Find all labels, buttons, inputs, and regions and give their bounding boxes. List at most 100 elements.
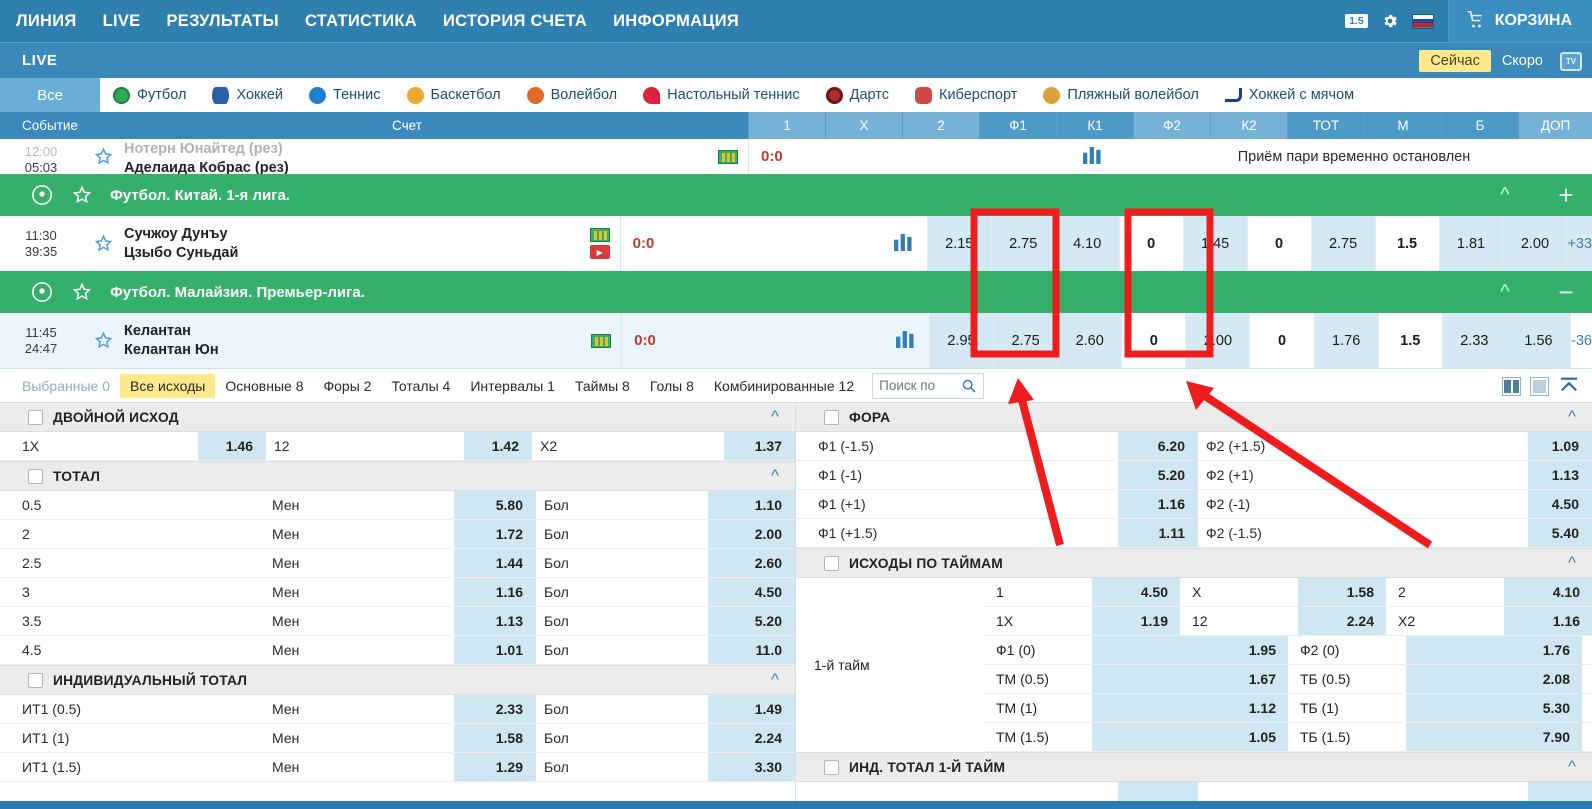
market-checkbox[interactable]	[28, 468, 43, 484]
market-tab-all[interactable]: Все исходы	[119, 373, 216, 398]
outcome-label[interactable]: X2	[1386, 607, 1504, 635]
market-checkbox[interactable]	[824, 759, 839, 775]
odd-cell-1[interactable]: 2.95	[928, 313, 994, 368]
search-input[interactable]	[873, 373, 960, 398]
tv-icon[interactable]: TV	[1560, 51, 1582, 71]
over-label[interactable]: Бол	[536, 724, 708, 752]
outcome-label[interactable]: 1X	[0, 432, 198, 460]
outcome-label[interactable]: ТМ (1)	[984, 694, 1092, 722]
outcome-odd[interactable]: 1.58	[1298, 578, 1386, 606]
under-odd[interactable]: 1.13	[454, 607, 536, 635]
under-odd[interactable]: 1.01	[454, 636, 536, 664]
odds-format-badge[interactable]: 1.5	[1345, 14, 1368, 28]
outcome-odd[interactable]: 4.10	[1504, 578, 1592, 606]
market-section-half-outcomes[interactable]: ИСХОДЫ ПО ТАЙМАМ ^	[796, 548, 1592, 578]
market-search[interactable]	[872, 372, 985, 399]
odd-cell-2[interactable]: 4.10	[1054, 216, 1119, 271]
under-label[interactable]: Мен	[264, 520, 454, 548]
odd-cell-m[interactable]: 1.81	[1438, 216, 1503, 271]
filter-soon-button[interactable]: Скоро	[1491, 50, 1554, 72]
video-play-icon[interactable]: ▶	[589, 245, 610, 259]
handicap-odd[interactable]: 5.20	[1118, 461, 1198, 489]
odd-cell-tot[interactable]: 1.5	[1374, 216, 1439, 271]
league-favorite-star-icon[interactable]	[62, 282, 102, 302]
search-icon[interactable]	[959, 378, 983, 394]
handicap-odd[interactable]: 1.11	[1118, 519, 1198, 547]
outcome-odd[interactable]: 1.05	[1092, 723, 1288, 751]
statistics-icon[interactable]	[893, 233, 913, 254]
under-label[interactable]: Мен	[264, 753, 454, 781]
nav-item-live[interactable]: LIVE	[103, 12, 141, 31]
odd-cell-dop[interactable]: +33	[1566, 216, 1592, 271]
over-odd[interactable]: 5.20	[708, 607, 795, 635]
odd-cell-k1[interactable]: 1.45	[1182, 216, 1247, 271]
outcome-odd[interactable]: 1.19	[1092, 607, 1180, 635]
league-favorite-star-icon[interactable]	[62, 185, 102, 205]
handicap-label[interactable]: Ф2 (-1)	[1198, 490, 1528, 518]
outcome-label[interactable]: ТБ (1)	[1288, 694, 1406, 722]
column-header-tot[interactable]: ТОТ	[1287, 112, 1364, 139]
handicap-label[interactable]: Ф2 (-1.5)	[1198, 519, 1528, 547]
two-column-view-icon[interactable]	[1502, 376, 1521, 396]
cart-button[interactable]: КОРЗИНА	[1447, 0, 1592, 42]
statistics-icon[interactable]	[895, 330, 915, 351]
market-section-total[interactable]: ТОТАЛ ^	[0, 461, 795, 491]
outcome-label[interactable]: Ф2 (0)	[1288, 636, 1406, 664]
outcome-odd[interactable]: 4.50	[1092, 578, 1180, 606]
under-label[interactable]: Мен	[264, 607, 454, 635]
outcome-label[interactable]: X	[1180, 578, 1298, 606]
outcome-odd[interactable]: 2.08	[1406, 665, 1582, 693]
sport-tab-basketball[interactable]: Баскетбол	[394, 78, 514, 112]
nav-item-information[interactable]: ИНФОРМАЦИЯ	[613, 12, 739, 31]
chevron-up-icon[interactable]: ^	[1568, 553, 1576, 573]
odd-cell-f2[interactable]: 0	[1246, 216, 1311, 271]
field-preview-icon[interactable]	[589, 228, 610, 242]
chevron-up-icon[interactable]: ^	[771, 407, 779, 427]
outcome-label[interactable]: ТБ (1.5)	[1288, 723, 1406, 751]
sport-tab-tennis[interactable]: Теннис	[296, 78, 393, 112]
column-header-dop[interactable]: ДОП	[1518, 112, 1592, 139]
odd-cell-f1[interactable]: 0	[1121, 313, 1186, 368]
league-header-china[interactable]: Футбол. Китай. 1-я лига. ^ +	[0, 174, 1592, 216]
outcome-label[interactable]: ТМ (1.5)	[984, 723, 1092, 751]
market-section-handicap[interactable]: ФОРА ^	[796, 402, 1592, 432]
over-label[interactable]: Бол	[536, 695, 708, 723]
handicap-label[interactable]: Ф1 (-1)	[796, 461, 1118, 489]
outcome-odd[interactable]: 1.12	[1092, 694, 1288, 722]
outcome-label[interactable]: 1X	[984, 607, 1092, 635]
odd-cell-k1[interactable]: 2.00	[1185, 313, 1250, 368]
odd-cell-k2[interactable]: 1.76	[1313, 313, 1378, 368]
outcome-label[interactable]: Ф1 (0)	[984, 636, 1092, 664]
market-checkbox[interactable]	[824, 555, 839, 571]
outcome-label[interactable]: 2	[1386, 578, 1504, 606]
odd-cell-2[interactable]: 2.60	[1057, 313, 1122, 368]
over-odd[interactable]: 2.00	[708, 520, 795, 548]
market-section-individual-total-half[interactable]: ИНД. ТОТАЛ 1-Й ТАЙМ ^	[796, 752, 1592, 782]
sport-tab-volleyball[interactable]: Волейбол	[514, 78, 631, 112]
favorite-star-icon[interactable]	[82, 216, 124, 271]
column-header-m[interactable]: М	[1364, 112, 1441, 139]
gear-icon[interactable]	[1381, 12, 1399, 30]
outcome-odd[interactable]: 1.16	[1504, 607, 1592, 635]
collapse-all-icon[interactable]	[1558, 376, 1580, 397]
handicap-label[interactable]: Ф1 (+1.5)	[796, 519, 1118, 547]
sport-tab-football[interactable]: Футбол	[100, 78, 199, 112]
favorite-star-icon[interactable]	[82, 139, 124, 174]
under-odd[interactable]: 2.33	[454, 695, 536, 723]
under-odd[interactable]: 1.16	[454, 578, 536, 606]
market-tab-goals[interactable]: Голы 8	[640, 374, 704, 398]
ru-flag-icon[interactable]	[1411, 13, 1434, 29]
odd-cell-b[interactable]: 1.56	[1505, 313, 1571, 368]
outcome-label[interactable]: 12	[266, 432, 464, 460]
nav-item-line[interactable]: ЛИНИЯ	[16, 12, 77, 31]
sport-tab-beach-volleyball[interactable]: Пляжный волейбол	[1030, 78, 1211, 112]
sport-tab-bandy[interactable]: Хоккей с мячом	[1212, 78, 1367, 112]
under-odd[interactable]: 1.29	[454, 753, 536, 781]
league-collapse-chevron-icon[interactable]: ^	[1470, 184, 1540, 207]
over-label[interactable]: Бол	[536, 753, 708, 781]
over-odd[interactable]: 1.10	[708, 491, 795, 519]
odd-cell-f1[interactable]: 0	[1118, 216, 1183, 271]
handicap-odd[interactable]: 1.09	[1528, 432, 1592, 460]
handicap-odd[interactable]: 1.16	[1118, 490, 1198, 518]
over-label[interactable]: Бол	[536, 578, 708, 606]
